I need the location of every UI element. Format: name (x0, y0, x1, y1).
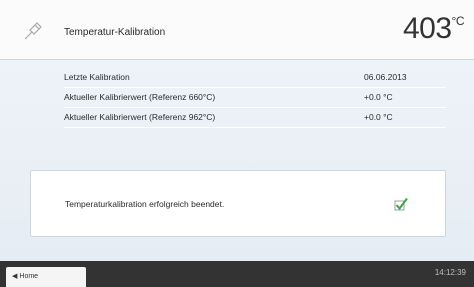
pin-icon (22, 20, 44, 42)
home-button[interactable]: ◀ Home (6, 267, 86, 287)
home-label: Home (19, 273, 39, 280)
page-title: Temperatur-Kalibration (64, 27, 166, 38)
info-value: +0.0 °C (364, 92, 393, 102)
temperature-display: 403°C (402, 12, 465, 46)
calibration-info: Letzte Kalibration 06.06.2013 Aktueller … (64, 68, 446, 128)
temperature-unit: °C (451, 14, 465, 28)
info-label: Letzte Kalibration (64, 72, 130, 82)
info-row-calibration-660: Aktueller Kalibrierwert (Referenz 660°C)… (64, 88, 446, 108)
title-bar: Temperatur-Kalibration 403°C (0, 0, 474, 60)
arrow-left-icon: ◀ (12, 273, 18, 280)
info-row-last-calibration: Letzte Kalibration 06.06.2013 (64, 68, 446, 88)
bottom-bar: ◀ Home 14:12:39 (0, 261, 474, 287)
clock: 14:12:39 (434, 268, 466, 277)
status-message: Temperaturkalibration erfolgreich beende… (65, 199, 225, 209)
temperature-value: 403 (402, 12, 452, 45)
info-value: 06.06.2013 (364, 72, 407, 82)
info-label: Aktueller Kalibrierwert (Referenz 660°C) (64, 92, 216, 102)
info-row-calibration-962: Aktueller Kalibrierwert (Referenz 962°C)… (64, 108, 446, 128)
status-message-box: Temperaturkalibration erfolgreich beende… (30, 170, 446, 237)
info-label: Aktueller Kalibrierwert (Referenz 962°C) (64, 112, 216, 122)
checkmark-icon (393, 196, 409, 212)
info-value: +0.0 °C (364, 112, 393, 122)
